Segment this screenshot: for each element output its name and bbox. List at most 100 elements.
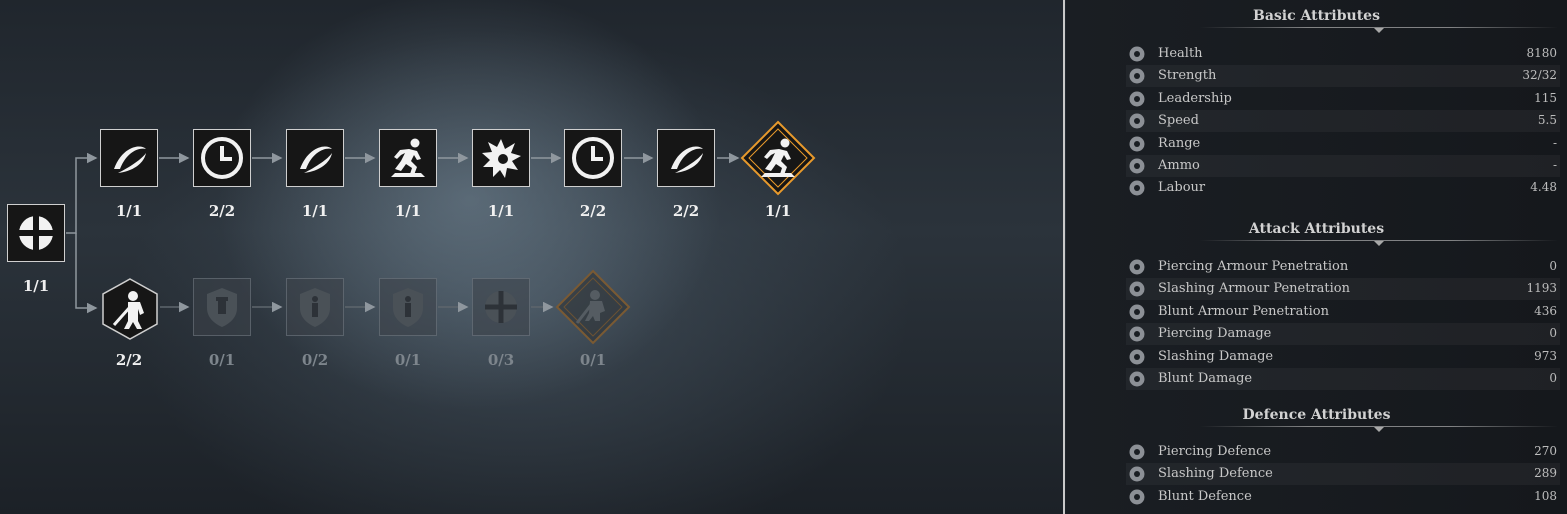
attribute-label: Slashing Defence xyxy=(1158,466,1273,482)
attribute-value: 436 xyxy=(1534,303,1557,318)
attribute-row: Slashing Armour Penetration 1193 xyxy=(1126,278,1560,301)
attribute-row: Blunt Armour Penetration 436 xyxy=(1126,301,1560,323)
section-title-attack: Attack Attributes xyxy=(1248,221,1385,237)
attribute-label: Ammo xyxy=(1158,158,1200,173)
blunt-damage-icon xyxy=(1128,370,1146,388)
skill-node-top-3[interactable] xyxy=(286,129,344,187)
clock-icon xyxy=(572,137,614,179)
attribute-value: 4.48 xyxy=(1530,180,1557,195)
blunt-pen-icon xyxy=(1128,303,1146,321)
slash-arc-icon xyxy=(300,146,332,173)
slashing-defence-icon xyxy=(1128,465,1146,483)
skill-node-bottom-2[interactable] xyxy=(193,278,251,336)
skill-count: 1/1 xyxy=(301,202,329,220)
skill-node-top-6[interactable] xyxy=(564,129,622,187)
skill-node-bottom-4[interactable] xyxy=(379,278,437,336)
piercing-defence-icon xyxy=(1128,443,1146,461)
section-title-defence: Defence Attributes xyxy=(1242,407,1391,423)
attribute-value: 0 xyxy=(1549,326,1557,341)
impact-burst-icon xyxy=(482,139,521,178)
attribute-value: 5.5 xyxy=(1537,113,1557,128)
attribute-label: Health xyxy=(1158,46,1203,61)
skill-count: 1/1 xyxy=(394,202,422,220)
attribute-label: Slashing Damage xyxy=(1158,348,1274,364)
attribute-row: Piercing Damage 0 xyxy=(1126,323,1560,346)
attribute-row: Speed 5.5 xyxy=(1126,110,1560,133)
attribute-value: 973 xyxy=(1534,348,1557,363)
skill-count: 2/2 xyxy=(115,351,143,369)
caret-icon xyxy=(1374,427,1384,432)
sprint-icon xyxy=(391,138,425,177)
skill-count: 0/1 xyxy=(208,351,236,369)
piercing-pen-icon xyxy=(1128,258,1146,276)
attribute-row: Ammo - xyxy=(1126,155,1560,177)
section-title-basic: Basic Attributes xyxy=(1253,8,1380,24)
sprint-icon xyxy=(740,120,816,196)
caret-icon xyxy=(1374,28,1384,33)
attribute-value: 289 xyxy=(1534,466,1557,481)
panel-divider xyxy=(1063,0,1065,514)
attribute-label: Blunt Armour Penetration xyxy=(1158,303,1329,319)
attribute-label: Strength xyxy=(1158,68,1217,84)
slash-arc-icon xyxy=(671,146,703,173)
skill-node-top-1[interactable] xyxy=(100,129,158,187)
piercing-damage-icon xyxy=(1128,325,1146,343)
health-cross-icon xyxy=(1128,45,1146,63)
skill-node-top-7[interactable] xyxy=(657,129,715,187)
attribute-row: Leadership 115 xyxy=(1126,88,1560,110)
attribute-value: 0 xyxy=(1549,259,1557,273)
attribute-value: 270 xyxy=(1534,444,1557,458)
attribute-label: Leadership xyxy=(1158,90,1232,106)
skill-tree: 1/1 1/1 2/2 1/1 1/1 1/1 2/2 2/2 1/1 2/2 … xyxy=(0,0,1060,514)
skill-node-top-ultimate[interactable] xyxy=(740,120,816,196)
skill-node-root[interactable] xyxy=(7,204,65,262)
skill-node-top-4[interactable] xyxy=(379,129,437,187)
attribute-row: Piercing Armour Penetration 0 xyxy=(1126,256,1560,278)
labour-hammer-icon xyxy=(1128,179,1146,197)
attribute-row: Labour 4.48 xyxy=(1126,177,1560,199)
attributes-panel: Basic Attributes Health 8180 Strength 32/32… xyxy=(1066,0,1567,514)
attribute-value: 32/32 xyxy=(1522,68,1557,83)
attribute-row: Range - xyxy=(1126,133,1560,155)
skill-node-top-2[interactable] xyxy=(193,129,251,187)
attribute-label: Speed xyxy=(1158,113,1199,129)
attribute-label: Blunt Damage xyxy=(1158,371,1253,386)
attribute-label: Range xyxy=(1158,135,1201,151)
ammo-bolts-icon xyxy=(1128,157,1146,175)
attribute-value: - xyxy=(1552,158,1557,172)
skill-node-bottom-ultimate[interactable] xyxy=(555,269,631,345)
strength-fist-icon xyxy=(1128,67,1146,85)
attribute-value: 1193 xyxy=(1526,281,1557,296)
attribute-label: Piercing Defence xyxy=(1158,444,1272,459)
caret-icon xyxy=(1374,241,1384,246)
skill-node-bottom-3[interactable] xyxy=(286,278,344,336)
attribute-label: Slashing Armour Penetration xyxy=(1158,281,1351,297)
skill-count: 0/3 xyxy=(487,351,515,369)
attribute-value: - xyxy=(1552,135,1557,150)
skill-count: 1/1 xyxy=(487,202,515,220)
attribute-label: Piercing Damage xyxy=(1158,326,1272,342)
knight-sword-icon xyxy=(102,278,158,340)
skill-count: 0/1 xyxy=(394,351,422,369)
skill-node-bottom-5[interactable] xyxy=(472,278,530,336)
attribute-value: 8180 xyxy=(1526,46,1557,60)
slash-arc-icon xyxy=(114,146,146,173)
skill-count: 1/1 xyxy=(115,202,143,220)
blunt-defence-icon xyxy=(1128,488,1146,506)
skill-node-top-5[interactable] xyxy=(472,129,530,187)
shield-figure-icon xyxy=(300,288,330,327)
skill-count: 2/2 xyxy=(208,202,236,220)
attribute-row: Blunt Damage 0 xyxy=(1126,368,1560,390)
clock-icon xyxy=(201,137,243,179)
attribute-value: 0 xyxy=(1549,371,1557,385)
skill-node-bottom-1[interactable] xyxy=(100,277,160,341)
attribute-value: 108 xyxy=(1534,488,1557,503)
leadership-laurel-icon xyxy=(1128,90,1146,108)
cross-emblem-icon xyxy=(485,291,517,323)
slashing-pen-icon xyxy=(1128,280,1146,298)
skill-count: 0/2 xyxy=(301,351,329,369)
attribute-label: Labour xyxy=(1158,180,1206,196)
attribute-label: Piercing Armour Penetration xyxy=(1158,259,1349,274)
cross-emblem-icon xyxy=(19,216,53,250)
skill-count: 1/1 xyxy=(764,202,792,220)
